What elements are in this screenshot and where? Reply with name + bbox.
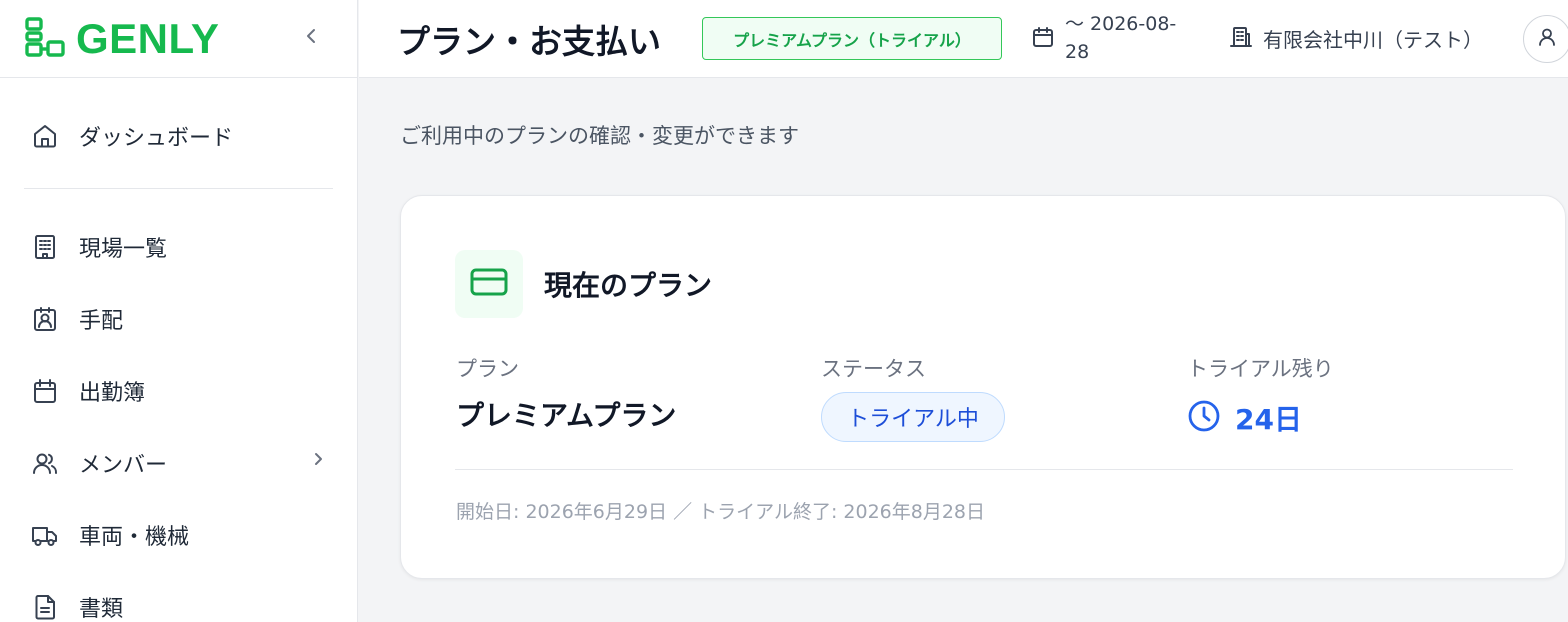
plan-dates-footer: 開始日: 2026年6月29日 ／ トライアル終了: 2026年8月28日 — [456, 501, 986, 523]
genly-logo-icon — [24, 16, 66, 62]
chevron-left-icon — [304, 27, 318, 49]
status-badge: トライアル中 — [821, 392, 1005, 442]
card-title: 現在のプラン — [544, 269, 713, 302]
company-name: 有限会社中川（テスト） — [1263, 28, 1483, 52]
trial-days-value: 24日 — [1235, 403, 1302, 436]
sidebar-divider — [24, 188, 333, 189]
page-title: プラン・お支払い — [397, 22, 661, 61]
clock-icon — [1187, 399, 1221, 437]
user-avatar-button[interactable] — [1523, 15, 1568, 63]
user-icon — [1536, 26, 1558, 52]
page-subtitle: ご利用中のプランの確認・変更ができます — [400, 124, 799, 148]
sidebar-item-documents[interactable]: 書類 — [0, 571, 357, 622]
trial-date-range: 〜 2026-08-28 — [1031, 10, 1185, 66]
trial-remaining: 24日 — [1187, 398, 1302, 438]
card-icon-container — [455, 250, 523, 318]
sidebar-item-label: 現場一覧 — [79, 237, 168, 262]
credit-card-icon — [470, 267, 508, 301]
document-icon — [31, 593, 59, 621]
sidebar-item-dashboard[interactable]: ダッシュボード — [0, 100, 357, 172]
calendar-icon — [31, 377, 59, 405]
date-range-text: 〜 2026-08-28 — [1065, 13, 1177, 63]
home-icon — [31, 122, 59, 150]
sidebar-item-arrangement[interactable]: 手配 — [0, 283, 357, 355]
sidebar-item-label: 出勤簿 — [79, 381, 146, 406]
plan-value: プレミアムプラン — [456, 399, 677, 432]
sidebar-item-label: 書類 — [79, 597, 124, 622]
app-root: GENLY ダッシュボード 現場一覧 手配 出勤簿 メンバー 車両・機械 書類 … — [0, 0, 1568, 622]
sidebar-item-members[interactable]: メンバー — [0, 427, 357, 499]
plan-label: プラン — [456, 357, 519, 381]
sidebar-item-label: 手配 — [79, 309, 124, 334]
current-plan-card: 現在のプラン プラン プレミアムプラン ステータス トライアル中 トライアル残り… — [400, 195, 1566, 579]
sidebar-item-label: ダッシュボード — [79, 126, 234, 151]
status-label: ステータス — [821, 357, 926, 381]
chevron-right-icon — [313, 451, 323, 471]
card-divider — [455, 469, 1513, 470]
id-badge-icon — [31, 305, 59, 333]
top-header: プラン・お支払い プレミアムプラン（トライアル） 〜 2026-08-28 有限… — [359, 0, 1568, 78]
company-selector[interactable]: 有限会社中川（テスト） — [1229, 24, 1483, 53]
plan-badge: プレミアムプラン（トライアル） — [702, 17, 1002, 60]
collapse-sidebar-button[interactable] — [299, 26, 323, 50]
users-icon — [31, 449, 59, 477]
brand-header: GENLY — [0, 0, 357, 78]
truck-icon — [31, 521, 59, 549]
sidebar-nav: ダッシュボード 現場一覧 手配 出勤簿 メンバー 車両・機械 書類 — [0, 78, 357, 622]
brand-name: GENLY — [76, 14, 220, 62]
sidebar-item-attendance[interactable]: 出勤簿 — [0, 355, 357, 427]
sidebar-item-sites[interactable]: 現場一覧 — [0, 211, 357, 283]
brand-logo[interactable]: GENLY — [24, 16, 219, 62]
sidebar-item-label: メンバー — [79, 453, 168, 478]
building-icon — [31, 233, 59, 261]
sidebar: GENLY ダッシュボード 現場一覧 手配 出勤簿 メンバー 車両・機械 書類 — [0, 0, 358, 622]
office-building-icon — [1229, 25, 1253, 53]
calendar-icon — [1031, 25, 1055, 53]
sidebar-item-vehicles[interactable]: 車両・機械 — [0, 499, 357, 571]
trial-remaining-label: トライアル残り — [1187, 357, 1334, 381]
sidebar-item-label: 車両・機械 — [79, 525, 190, 550]
